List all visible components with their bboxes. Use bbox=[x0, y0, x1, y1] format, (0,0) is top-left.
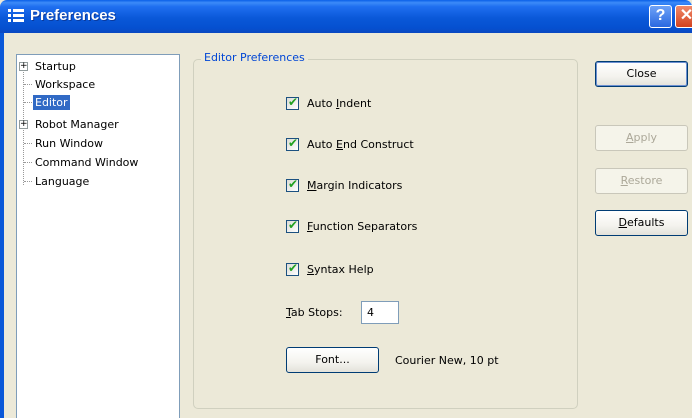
tree-item-label: Editor bbox=[33, 95, 70, 110]
tree-connector bbox=[24, 102, 32, 103]
tree-item-command-window[interactable]: Command Window bbox=[17, 154, 180, 171]
tree-item-label: Startup bbox=[35, 60, 76, 73]
checkbox-box[interactable]: ✔ bbox=[286, 136, 299, 151]
title-bar[interactable]: Preferences ? ✕ bbox=[0, 0, 692, 33]
checkbox-box[interactable]: ✔ bbox=[286, 218, 299, 233]
window-title: Preferences bbox=[30, 7, 116, 24]
tree-connector bbox=[24, 84, 32, 85]
checkbox-box[interactable]: ✔ bbox=[286, 95, 299, 110]
tree-item-language[interactable]: Language bbox=[17, 173, 180, 190]
expand-icon[interactable]: + bbox=[19, 120, 28, 129]
group-title: Editor Preferences bbox=[201, 51, 308, 64]
checkmark-icon: ✔ bbox=[288, 261, 299, 275]
checkmark-icon: ✔ bbox=[288, 218, 299, 232]
tree-item-label: Run Window bbox=[35, 137, 103, 150]
app-icon bbox=[8, 9, 24, 23]
editor-preferences-group bbox=[193, 59, 578, 409]
tree-item-label: Command Window bbox=[35, 156, 139, 169]
defaults-button[interactable]: Defaults bbox=[595, 210, 688, 236]
help-button[interactable]: ? bbox=[649, 5, 672, 28]
window-frame-left bbox=[0, 33, 4, 418]
preferences-tree[interactable]: + Startup Workspace Editor + Robot Manag… bbox=[16, 54, 180, 418]
apply-button[interactable]: Apply bbox=[595, 125, 688, 151]
tree-item-workspace[interactable]: Workspace bbox=[17, 76, 180, 93]
expand-icon[interactable]: + bbox=[19, 62, 28, 71]
checkmark-icon: ✔ bbox=[288, 177, 299, 191]
checkbox-label: Function Separators bbox=[307, 220, 418, 233]
checkbox-box[interactable]: ✔ bbox=[286, 177, 299, 192]
tree-connector bbox=[24, 181, 32, 182]
tree-item-run-window[interactable]: Run Window bbox=[17, 135, 180, 152]
tab-stops-input[interactable]: 4 bbox=[361, 301, 399, 324]
checkbox-label: Margin Indicators bbox=[307, 179, 403, 192]
checkbox-label: Auto Indent bbox=[307, 97, 372, 110]
restore-button[interactable]: Restore bbox=[595, 168, 688, 194]
font-value: Courier New, 10 pt bbox=[395, 354, 499, 367]
checkbox-label: Syntax Help bbox=[307, 263, 374, 276]
tree-item-label: Robot Manager bbox=[35, 118, 119, 131]
tree-item-startup[interactable]: + Startup bbox=[17, 58, 180, 75]
tree-item-label: Language bbox=[35, 175, 90, 188]
tree-connector bbox=[24, 143, 32, 144]
font-button[interactable]: Font... bbox=[286, 347, 379, 373]
checkmark-icon: ✔ bbox=[288, 95, 299, 109]
close-button[interactable]: Close bbox=[595, 61, 688, 87]
tree-connector bbox=[24, 162, 32, 163]
tree-item-robot-manager[interactable]: + Robot Manager bbox=[17, 116, 180, 133]
tree-item-editor[interactable]: Editor bbox=[17, 94, 180, 111]
preferences-dialog: Preferences ? ✕ + Startup Workspace Edit… bbox=[0, 0, 692, 418]
checkbox-label: Auto End Construct bbox=[307, 138, 414, 151]
tree-item-label: Workspace bbox=[35, 78, 96, 91]
tab-stops-label: Tab Stops: bbox=[286, 306, 343, 319]
checkmark-icon: ✔ bbox=[288, 136, 299, 150]
close-window-button[interactable]: ✕ bbox=[675, 5, 692, 28]
checkbox-box[interactable]: ✔ bbox=[286, 261, 299, 276]
